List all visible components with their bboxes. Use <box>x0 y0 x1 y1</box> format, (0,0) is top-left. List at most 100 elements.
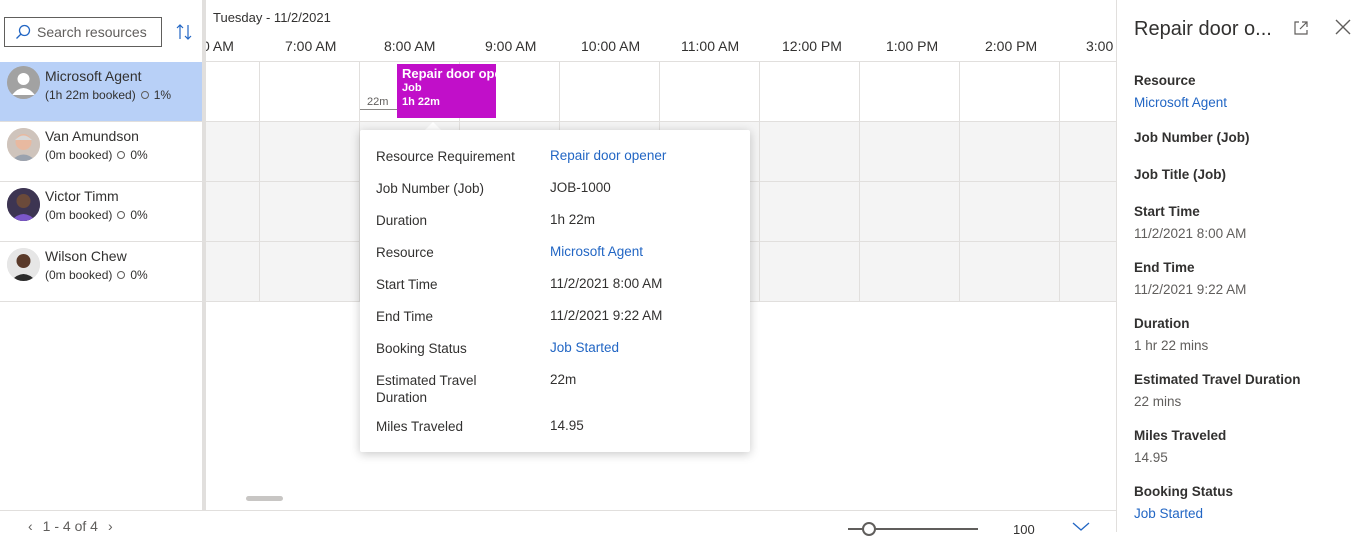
avatar <box>7 66 40 99</box>
detail-value: 14.95 <box>1134 450 1168 465</box>
detail-label: Estimated Travel Duration <box>1134 372 1301 387</box>
resource-booked-info: (0m booked) 0% <box>45 208 148 222</box>
search-input[interactable]: Search resources <box>4 17 162 47</box>
details-title: Repair door o... <box>1134 18 1272 40</box>
person-photo-icon <box>7 188 40 221</box>
hour-label: 0 AM <box>206 38 234 54</box>
zoom-slider-thumb[interactable] <box>862 522 876 536</box>
tooltip-value: 22m <box>550 372 577 387</box>
footer-divider <box>0 510 1116 511</box>
tooltip-label: Job Number (Job) <box>376 181 485 196</box>
detail-value: 22 mins <box>1134 394 1182 409</box>
booking-duration: 1h 22m <box>402 96 440 108</box>
tooltip-label: End Time <box>376 309 434 324</box>
resource-booked: (0m booked) <box>45 208 113 222</box>
hour-gridline <box>1059 62 1060 302</box>
detail-label: Job Title (Job) <box>1134 167 1227 182</box>
tooltip-label: Resource <box>376 245 434 260</box>
hour-label: 12:00 PM <box>782 38 842 54</box>
hour-label: 7:00 AM <box>285 38 337 54</box>
tooltip-label: Start Time <box>376 277 438 292</box>
close-icon[interactable] <box>1334 18 1352 36</box>
resource-name: Microsoft Agent <box>45 68 142 84</box>
popout-icon[interactable] <box>1292 19 1310 37</box>
resource-booked: (1h 22m booked) <box>45 88 136 102</box>
person-photo-icon <box>7 128 40 161</box>
tooltip-value: 1h 22m <box>550 212 596 227</box>
tooltip-value-link[interactable]: Microsoft Agent <box>550 244 643 259</box>
details-panel: Repair door o... Resource Microsoft Agen… <box>1116 0 1357 532</box>
detail-label: Booking Status <box>1134 484 1234 499</box>
clock-icon <box>117 151 126 159</box>
detail-label: Duration <box>1134 316 1190 331</box>
tooltip-value-link[interactable]: Job Started <box>550 340 619 355</box>
resource-row-victor-timm[interactable]: Victor Timm (0m booked) 0% <box>0 182 202 242</box>
hour-gridline <box>859 62 860 302</box>
tooltip-label: Duration <box>376 213 428 228</box>
clock-icon <box>117 271 126 279</box>
detail-label: Miles Traveled <box>1134 428 1227 443</box>
detail-label: Start Time <box>1134 204 1200 219</box>
resource-booked-info: (1h 22m booked) 1% <box>45 88 171 102</box>
hour-label: 11:00 AM <box>681 38 740 54</box>
hour-label: 8:00 AM <box>384 38 436 54</box>
detail-value-link[interactable]: Job Started <box>1134 506 1203 521</box>
clock-icon <box>117 211 126 219</box>
hour-label: 1:00 PM <box>886 38 939 54</box>
schedule-date: Tuesday - 11/2/2021 <box>213 10 331 25</box>
tooltip-label: Resource Requirement <box>376 149 515 164</box>
resource-booked: (0m booked) <box>45 268 113 282</box>
resource-utilization: 0% <box>130 208 148 222</box>
detail-label: End Time <box>1134 260 1195 275</box>
resource-booked-info: (0m booked) 0% <box>45 148 148 162</box>
chevron-down-icon[interactable] <box>1072 522 1090 532</box>
resource-name: Wilson Chew <box>45 248 127 264</box>
hour-gridline <box>759 62 760 302</box>
resource-utilization: 0% <box>130 268 148 282</box>
resource-utilization: 0% <box>130 148 148 162</box>
person-photo-icon <box>7 248 40 281</box>
horizontal-scrollbar[interactable] <box>246 496 283 501</box>
resource-name: Victor Timm <box>45 188 119 204</box>
resource-row-wilson-chew[interactable]: Wilson Chew (0m booked) 0% <box>0 242 202 302</box>
tooltip-value: 11/2/2021 8:00 AM <box>550 276 663 291</box>
tooltip-label: Miles Traveled <box>376 419 464 434</box>
grid-row[interactable] <box>206 62 1116 122</box>
hour-label: 3:00 <box>1086 38 1114 54</box>
resource-row-microsoft-agent[interactable]: Microsoft Agent (1h 22m booked) 1% <box>0 62 202 122</box>
tooltip-value: 14.95 <box>550 418 584 433</box>
resource-panel: Search resources Microsoft Agent (1h 22m… <box>0 0 202 532</box>
avatar <box>7 128 40 161</box>
tooltip-label: Estimated Travel Duration <box>376 373 477 405</box>
tooltip-value-link[interactable]: Repair door opener <box>550 148 666 163</box>
resource-booked: (0m booked) <box>45 148 113 162</box>
travel-time-line <box>360 109 397 110</box>
resource-utilization: 1% <box>153 88 172 102</box>
detail-value: 1 hr 22 mins <box>1134 338 1209 353</box>
resource-name: Van Amundson <box>45 128 139 144</box>
resource-row-van-amundson[interactable]: Van Amundson (0m booked) 0% <box>0 122 202 182</box>
sort-icon[interactable] <box>176 23 192 41</box>
detail-value: 11/2/2021 8:00 AM <box>1134 226 1247 241</box>
resource-booked-info: (0m booked) 0% <box>45 268 148 282</box>
avatar <box>7 188 40 221</box>
hour-gridline <box>259 62 260 302</box>
booking-tooltip: Resource Requirement Repair door opener … <box>360 130 750 452</box>
booking-title: Repair door opener <box>402 66 496 81</box>
tooltip-label: Booking Status <box>376 341 467 356</box>
zoom-value: 100 <box>1013 522 1035 537</box>
travel-time-label: 22m <box>367 96 389 108</box>
search-placeholder: Search resources <box>37 24 147 40</box>
detail-value-link[interactable]: Microsoft Agent <box>1134 95 1227 110</box>
hour-label: 9:00 AM <box>485 38 537 54</box>
booking-type: Job <box>402 82 422 94</box>
detail-value: 11/2/2021 9:22 AM <box>1134 282 1247 297</box>
booking-block[interactable]: Repair door opener Job 1h 22m <box>397 64 496 118</box>
detail-label: Resource <box>1134 73 1196 88</box>
hour-gridline <box>959 62 960 302</box>
default-avatar-icon <box>7 66 40 99</box>
hour-label: 2:00 PM <box>985 38 1038 54</box>
tooltip-value: JOB-1000 <box>550 180 611 195</box>
hour-label: 10:00 AM <box>581 38 641 54</box>
search-icon <box>16 24 31 39</box>
